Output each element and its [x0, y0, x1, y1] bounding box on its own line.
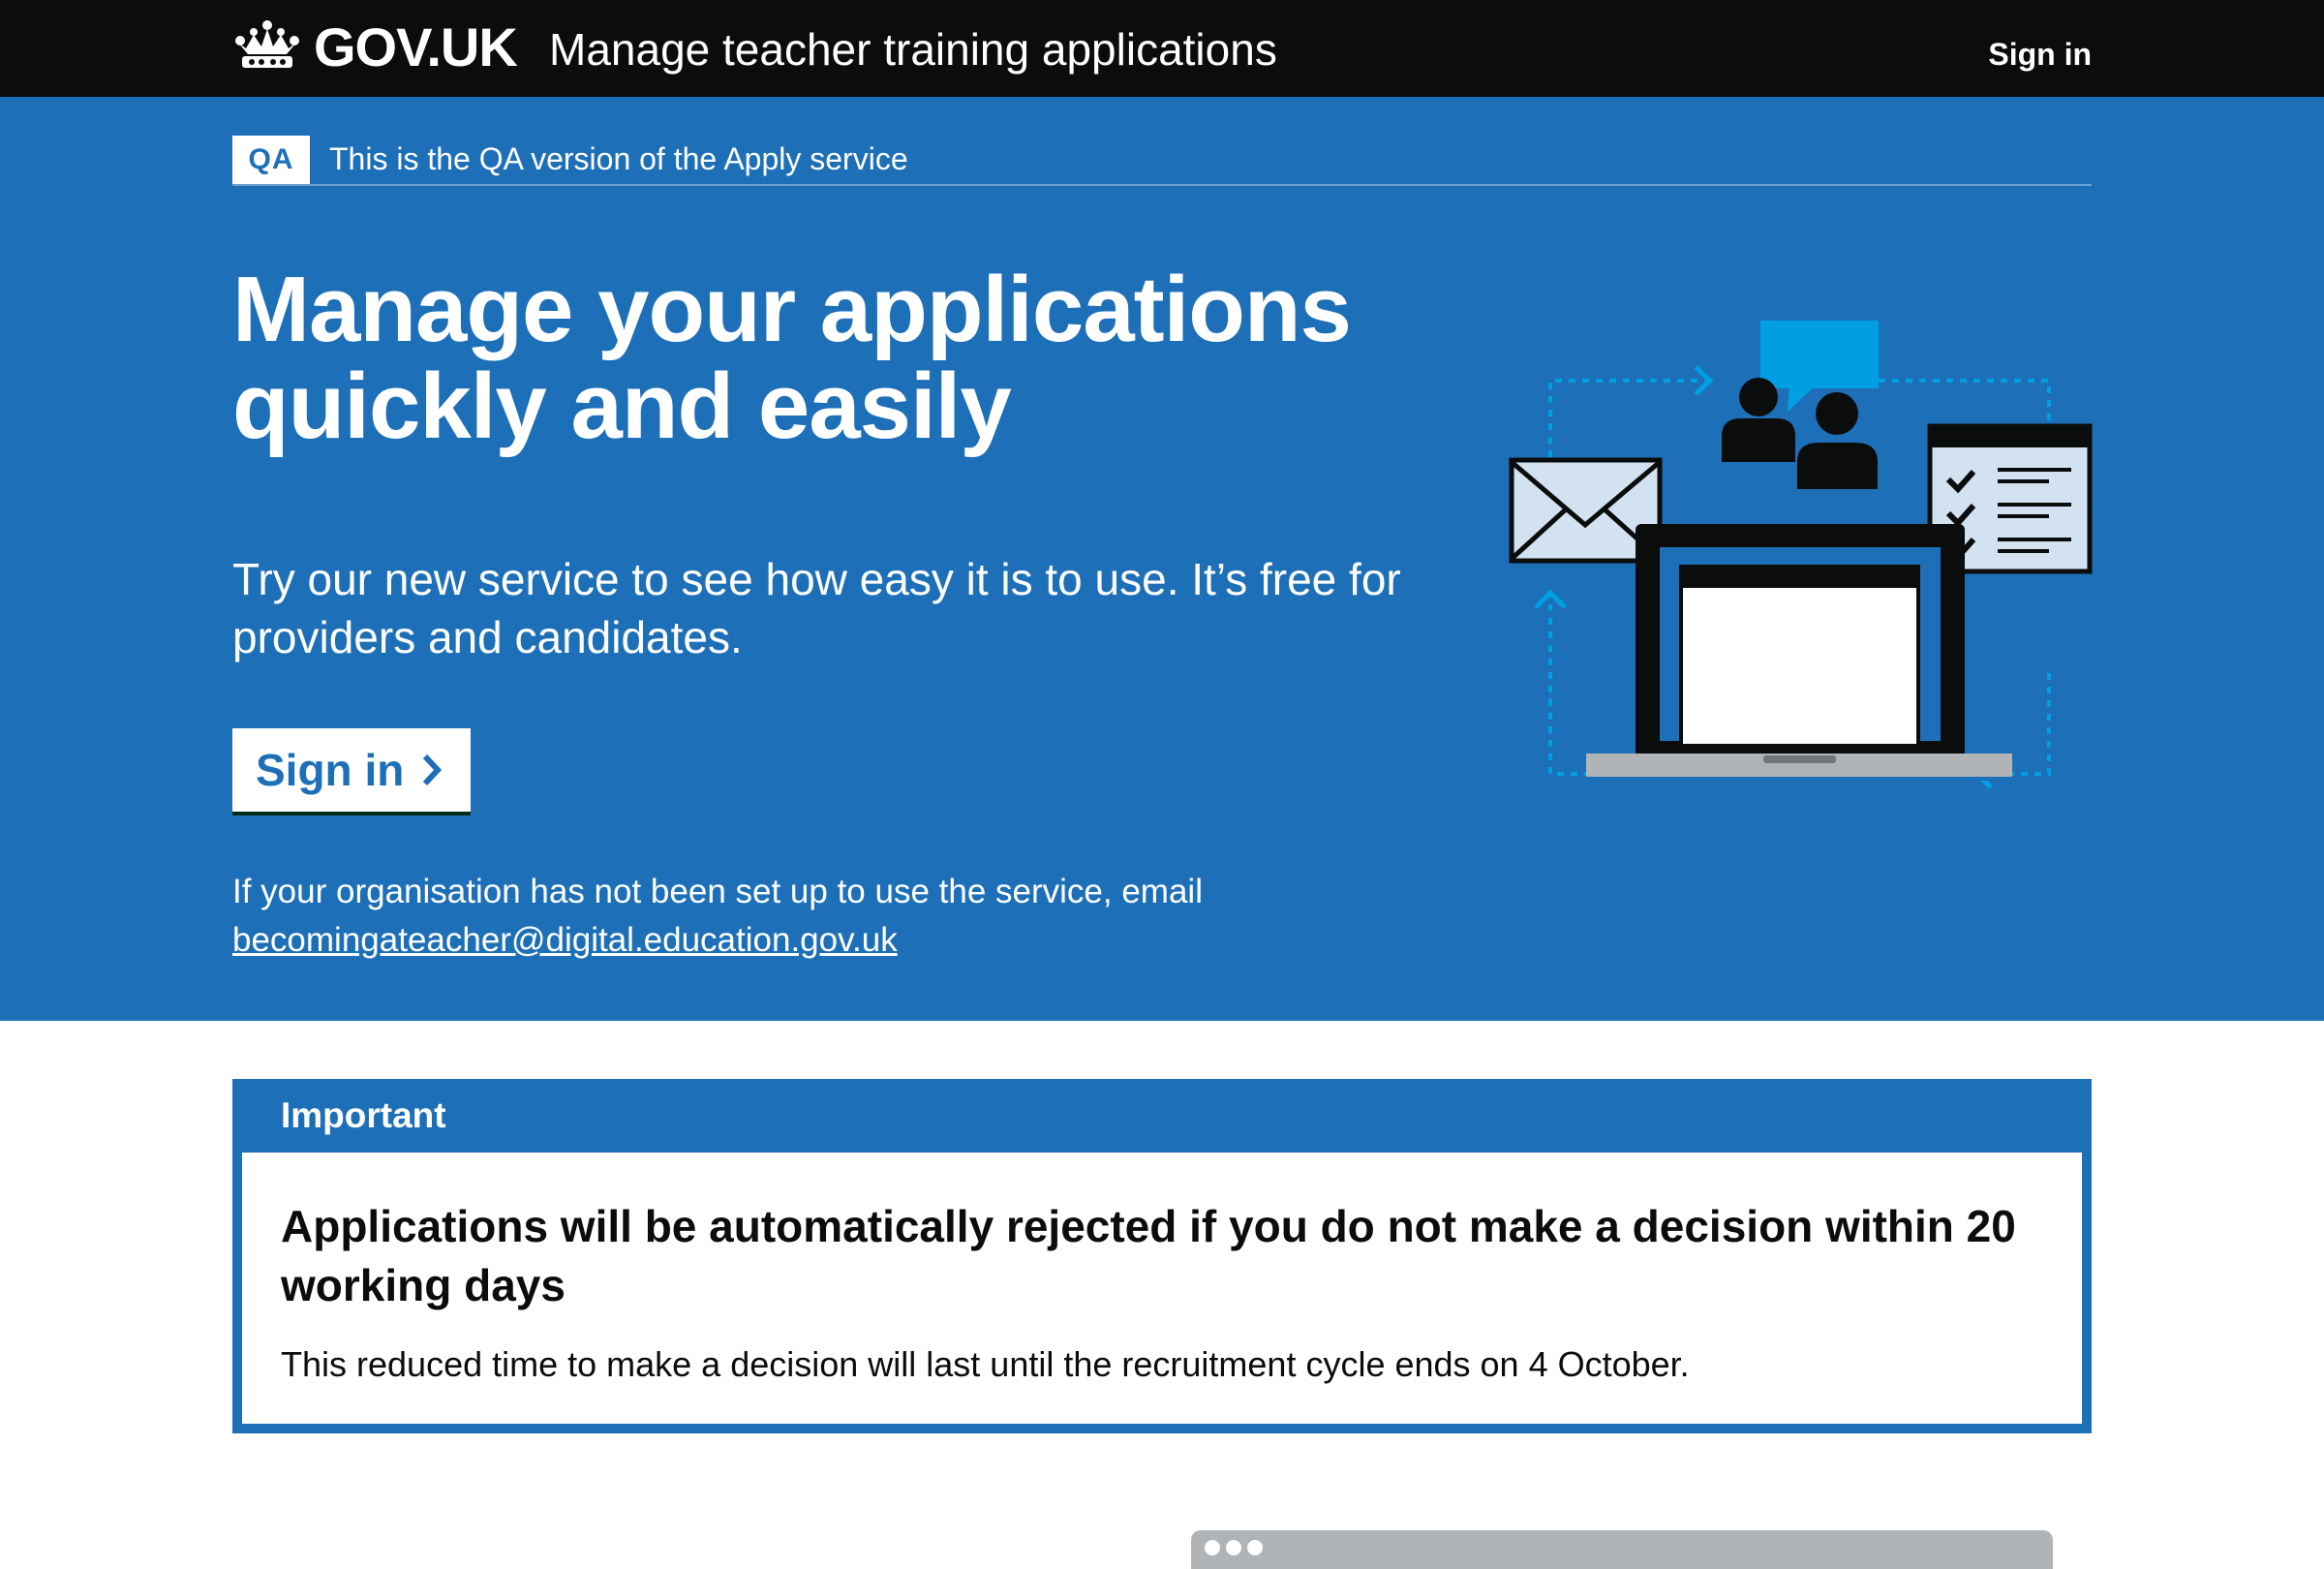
sign-in-button-label: Sign in [256, 745, 405, 795]
logo-text: GOV.UK [314, 15, 518, 77]
phase-tag: QA [232, 136, 310, 184]
site-header: GOV.UK Manage teacher training applicati… [0, 0, 2324, 97]
header-sign-in-link[interactable]: Sign in [1988, 37, 2092, 73]
page-title: Manage your applications quickly and eas… [232, 262, 1491, 455]
page-title-line-2: quickly and easily [232, 354, 1012, 458]
govuk-logo[interactable]: GOV.UK [232, 15, 518, 77]
phase-banner-text: This is the QA version of the Apply serv… [329, 141, 908, 176]
notification-heading: Applications will be automatically rejec… [281, 1201, 2016, 1310]
laptop-icon [1586, 524, 2012, 781]
phase-banner: QA This is the QA version of the Apply s… [232, 116, 2092, 186]
chevron-right-icon [423, 754, 443, 786]
hero-banner: QA This is the QA version of the Apply s… [0, 97, 2324, 1021]
screenshot-preview-frame [1191, 1530, 2053, 1569]
sign-in-button[interactable]: Sign in [232, 728, 471, 812]
notification-body: This reduced time to make a decision wil… [281, 1344, 1690, 1384]
important-notification: Important Applications will be automatic… [232, 1079, 2092, 1433]
service-name[interactable]: Manage teacher training applications [549, 23, 1277, 76]
notification-title: Important [242, 1089, 2082, 1153]
window-dot [1205, 1540, 1220, 1555]
window-dot [1247, 1540, 1263, 1555]
contact-email-link[interactable]: becomingateacher@digital.education.gov.u… [232, 921, 898, 959]
chat-bubble-icon [1760, 321, 1879, 412]
window-dot [1226, 1540, 1241, 1555]
hero-note: If your organisation has not been set up… [232, 868, 1588, 965]
hero-illustration [1509, 321, 2093, 789]
page-title-line-1: Manage your applications [232, 258, 1352, 361]
crown-icon [235, 20, 299, 68]
hero-note-text: If your organisation has not been set up… [232, 873, 1203, 910]
hero-lede: Try our new service to see how easy it i… [232, 554, 1401, 662]
